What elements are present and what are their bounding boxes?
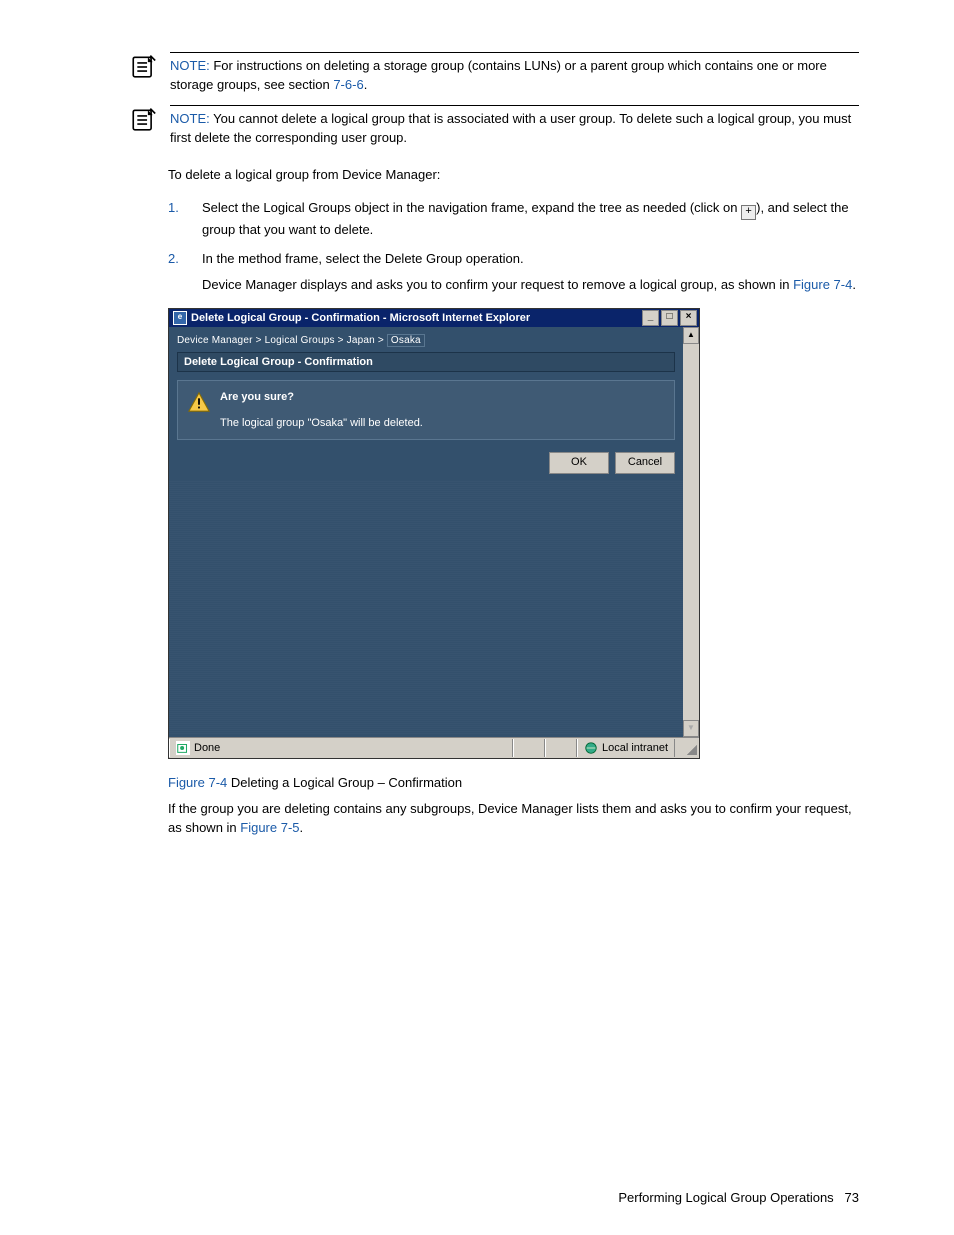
- panel-title: Delete Logical Group - Confirmation: [177, 352, 675, 372]
- scroll-down-button[interactable]: ▼: [683, 720, 699, 737]
- figure-caption: Figure 7-4 Deleting a Logical Group – Co…: [168, 773, 859, 793]
- post-figure-text: If the group you are deleting contains a…: [168, 799, 859, 838]
- note-icon: [130, 54, 156, 80]
- confirm-message: The logical group "Osaka" will be delete…: [220, 417, 423, 429]
- post-figure-b: .: [300, 820, 304, 835]
- intro-text: To delete a logical group from Device Ma…: [168, 165, 859, 185]
- window-content: Device Manager > Logical Groups > Japan …: [169, 327, 699, 737]
- note1-text-b: .: [364, 77, 368, 92]
- note-2: NOTE: You cannot delete a logical group …: [130, 105, 859, 148]
- figure-title: Deleting a Logical Group – Confirmation: [227, 775, 462, 790]
- confirm-card: Are you sure? The logical group "Osaka" …: [177, 380, 675, 440]
- step2-sub-b: .: [852, 277, 856, 292]
- screenshot-ie-window: e Delete Logical Group - Confirmation - …: [168, 308, 700, 759]
- scroll-up-button[interactable]: ▲: [683, 327, 699, 344]
- minimize-button[interactable]: _: [642, 310, 659, 326]
- note2-text: You cannot delete a logical group that i…: [170, 111, 851, 145]
- resize-grip[interactable]: [683, 739, 699, 757]
- footer-page-number: 73: [845, 1190, 859, 1205]
- breadcrumb: Device Manager > Logical Groups > Japan …: [169, 327, 683, 352]
- step-2: In the method frame, select the Delete G…: [168, 249, 859, 294]
- confirm-question: Are you sure?: [220, 391, 423, 403]
- maximize-button[interactable]: □: [661, 310, 678, 326]
- step-1: Select the Logical Groups object in the …: [168, 198, 859, 240]
- steps-list: Select the Logical Groups object in the …: [168, 198, 859, 295]
- warning-icon: [188, 391, 210, 413]
- footer-section: Performing Logical Group Operations: [618, 1190, 833, 1205]
- status-text: Done: [194, 742, 220, 754]
- figure-7-5-link[interactable]: Figure 7-5: [240, 820, 299, 835]
- step2-sub-a: Device Manager displays and asks you to …: [202, 277, 793, 292]
- window-title-bar: e Delete Logical Group - Confirmation - …: [169, 309, 699, 327]
- step2-text: In the method frame, select the Delete G…: [202, 251, 524, 266]
- ie-icon: e: [173, 311, 187, 325]
- expand-plus-icon: +: [741, 205, 756, 220]
- zone-icon: [584, 741, 598, 755]
- window-title: Delete Logical Group - Confirmation - Mi…: [191, 312, 642, 324]
- note-label: NOTE:: [170, 58, 210, 73]
- cancel-button[interactable]: Cancel: [615, 452, 675, 474]
- page-footer: Performing Logical Group Operations 73: [618, 1190, 859, 1205]
- scrollbar[interactable]: ▲ ▼: [683, 327, 699, 737]
- note-label: NOTE:: [170, 111, 210, 126]
- status-bar: Done Local intranet: [169, 737, 699, 758]
- figure-number: Figure 7-4: [168, 775, 227, 790]
- button-row: OK Cancel: [169, 446, 683, 480]
- close-button[interactable]: ×: [680, 310, 697, 326]
- breadcrumb-current: Osaka: [387, 334, 425, 347]
- content-pane: Device Manager > Logical Groups > Japan …: [169, 327, 683, 737]
- note1-link[interactable]: 7-6-6: [333, 77, 363, 92]
- note-icon: [130, 107, 156, 133]
- step1-a: Select the Logical Groups object in the …: [202, 200, 741, 215]
- done-icon: [176, 741, 190, 755]
- breadcrumb-path: Device Manager > Logical Groups > Japan …: [177, 335, 387, 346]
- note-1: NOTE: For instructions on deleting a sto…: [130, 52, 859, 95]
- ok-button[interactable]: OK: [549, 452, 609, 474]
- empty-area: [169, 480, 683, 735]
- page: NOTE: For instructions on deleting a sto…: [0, 0, 954, 1235]
- zone-text: Local intranet: [602, 742, 668, 754]
- figure-7-4-link-inline[interactable]: Figure 7-4: [793, 277, 852, 292]
- note1-text-a: For instructions on deleting a storage g…: [170, 58, 827, 92]
